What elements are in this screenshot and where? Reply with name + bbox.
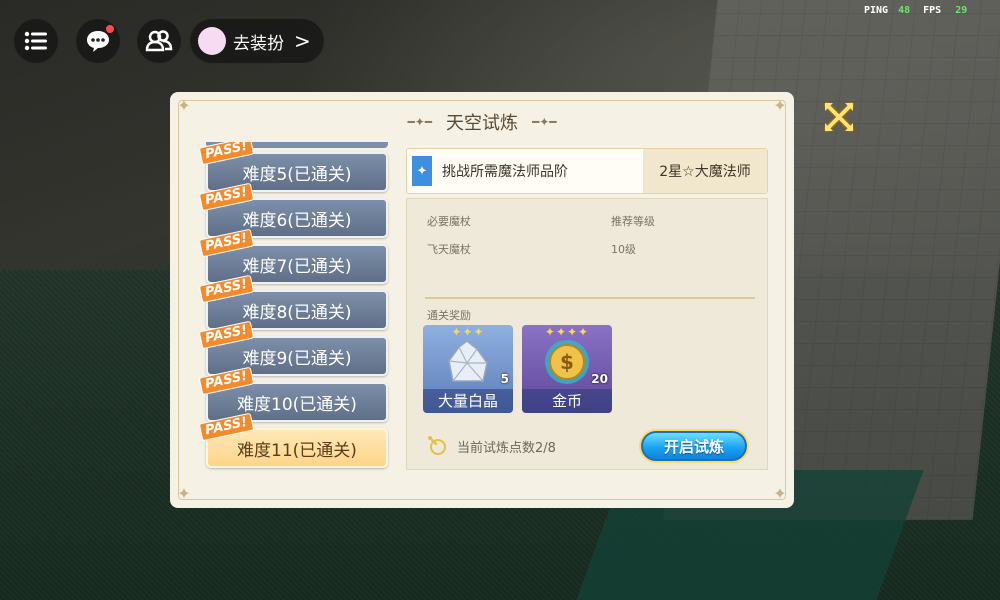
dress-up-label: 去装扮	[233, 33, 284, 54]
hourglass-icon	[428, 436, 446, 455]
difficulty-label: 难度8(已通关)	[242, 302, 352, 323]
close-icon	[823, 101, 855, 133]
difficulty-item[interactable]: 难度11(已通关) PASS!	[198, 412, 388, 468]
reward-count: 20	[591, 372, 608, 386]
svg-text:$: $	[560, 350, 574, 374]
requirement-bar: ✦ 挑战所需魔法师品阶 2星☆大魔法师	[406, 148, 768, 194]
requirement-value: 2星☆大魔法师	[643, 149, 767, 193]
level-value: 10级	[611, 243, 636, 256]
difficulty-label: 难度7(已通关)	[242, 256, 352, 277]
trial-points-text: 当前试炼点数2/8	[457, 440, 556, 456]
panel-title: 天空试炼	[446, 113, 518, 134]
wand-header: 必要魔杖	[427, 215, 471, 228]
menu-button[interactable]	[14, 19, 58, 63]
difficulty-label: 难度10(已通关)	[237, 394, 357, 415]
fps-value: 29	[955, 5, 968, 16]
sparkle-icon: ✦	[412, 156, 432, 186]
list-menu-icon	[24, 31, 47, 51]
chat-bubble-icon	[87, 31, 109, 52]
close-button[interactable]	[822, 100, 856, 134]
difficulty-label: 难度11(已通关)	[237, 440, 357, 461]
sky-trial-panel: ✦ ✦ ✦ ✦ ━✦━ 天空试炼 ━✦━ 难度5(已通关) PASS! 难度6(已通…	[170, 92, 794, 508]
title-ornament-icon: ━✦━	[532, 115, 557, 129]
corner-ornament-icon: ✦	[177, 484, 191, 503]
chat-button[interactable]	[76, 19, 120, 63]
avatar	[198, 27, 226, 55]
difficulty-list[interactable]: 难度5(已通关) PASS! 难度6(已通关) PASS! 难度7(已通关) PASS! 难…	[192, 142, 392, 472]
friends-button[interactable]	[137, 19, 181, 63]
gold-coin-icon: $	[545, 340, 589, 384]
start-trial-button[interactable]: 开启试炼	[639, 429, 749, 463]
star-rating-icon: ✦✦✦✦	[544, 325, 590, 339]
ping-label: PING	[864, 5, 889, 16]
chevron-right-icon: >	[294, 29, 311, 53]
crystal-icon	[448, 340, 488, 382]
title-ornament-icon: ━✦━	[407, 115, 432, 129]
corner-ornament-icon: ✦	[773, 484, 787, 503]
difficulty-label: 难度5(已通关)	[242, 164, 352, 185]
trial-points: 当前试炼点数2/8	[427, 435, 556, 457]
difficulty-label: 难度9(已通关)	[242, 348, 352, 369]
reward-card-coin[interactable]: ✦✦✦✦ $ 20 金币	[522, 325, 612, 413]
difficulty-label: 难度6(已通关)	[242, 210, 352, 231]
fps-label: FPS	[923, 5, 942, 16]
panel-title-row: ━✦━ 天空试炼 ━✦━	[170, 109, 794, 135]
wand-value: 飞天魔杖	[427, 243, 471, 256]
reward-name: 大量白晶	[423, 389, 513, 413]
dress-up-button[interactable]: 去装扮 >	[190, 19, 324, 63]
rewards-header: 通关奖励	[427, 309, 471, 322]
reward-name: 金币	[522, 389, 612, 413]
trial-info-box: 必要魔杖 推荐等级 飞天魔杖 10级 通关奖励 ✦✦✦ 5 大量白晶 ✦✦✦✦ …	[406, 198, 768, 470]
requirement-label: 挑战所需魔法师品阶	[442, 164, 568, 180]
reward-count: 5	[500, 372, 509, 386]
friends-icon	[145, 30, 173, 52]
notification-dot	[106, 25, 114, 33]
reward-card-crystal[interactable]: ✦✦✦ 5 大量白晶	[423, 325, 513, 413]
performance-stats: PING 48 FPS 29	[864, 5, 967, 16]
level-header: 推荐等级	[611, 215, 655, 228]
ping-value: 48	[898, 5, 911, 16]
divider	[425, 297, 755, 299]
